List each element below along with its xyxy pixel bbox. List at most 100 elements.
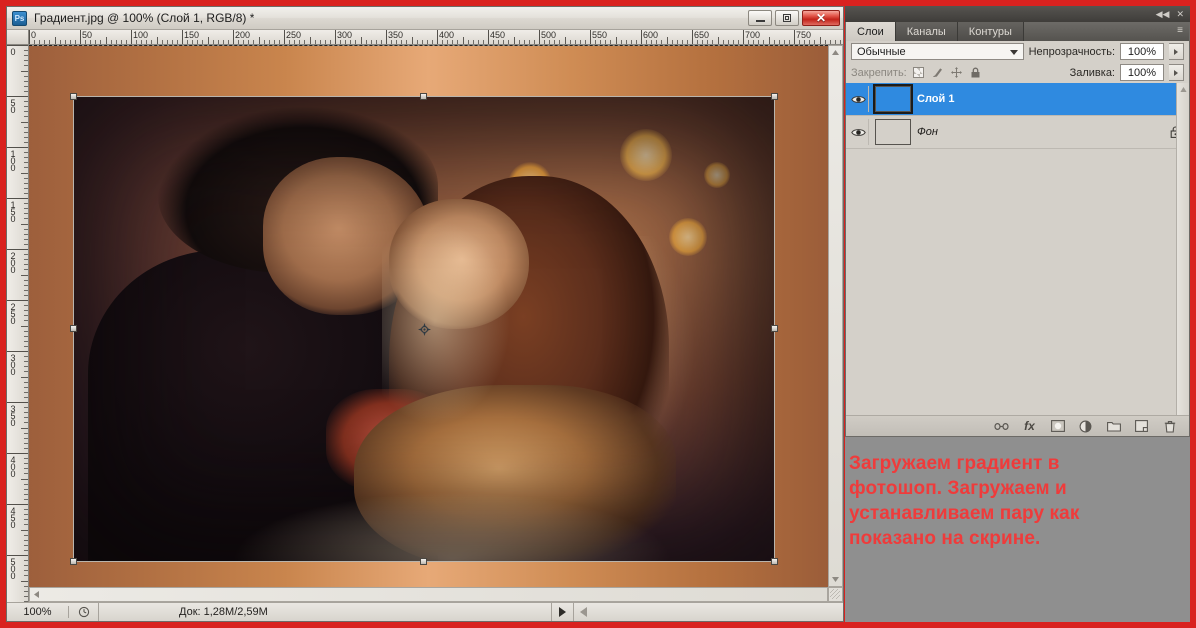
- ruler-tick: [24, 279, 28, 281]
- lock-position-icon[interactable]: [950, 66, 964, 80]
- layer-thumbnail-1[interactable]: [873, 84, 913, 114]
- ruler-tick: [24, 600, 28, 602]
- transform-handle-bottom-right[interactable]: [771, 558, 778, 565]
- ruler-tick: [289, 40, 291, 44]
- transform-handle-top-right[interactable]: [771, 93, 778, 100]
- zoom-level[interactable]: 100%: [7, 606, 69, 618]
- transform-selection[interactable]: [70, 93, 778, 565]
- ruler-tick: [21, 376, 28, 378]
- transform-handle-bottom-left[interactable]: [70, 558, 77, 565]
- ruler-tick: [493, 40, 495, 44]
- scroll-up-arrow-icon[interactable]: [829, 46, 842, 59]
- adjustment-layer-icon[interactable]: [1078, 419, 1093, 434]
- ruler-tick: [7, 249, 28, 250]
- canvas-area[interactable]: [29, 45, 828, 587]
- scroll-down-arrow-icon[interactable]: [829, 573, 842, 586]
- link-layers-icon[interactable]: [994, 419, 1009, 434]
- left-arrow-icon[interactable]: [579, 607, 588, 617]
- resize-grip[interactable]: [828, 587, 843, 602]
- ruler-tick: [533, 40, 535, 44]
- ruler-tick: [457, 40, 459, 44]
- vertical-ruler[interactable]: 0 50 100 150 200 250 300 350 400 450 500: [7, 45, 29, 602]
- status-menu-button[interactable]: [551, 603, 573, 621]
- document-size-info: Док: 1,28M/2,59M: [179, 606, 268, 618]
- ruler-tick: [110, 40, 112, 44]
- new-layer-icon[interactable]: [1134, 419, 1149, 434]
- layer-list-scrollbar[interactable]: [1176, 83, 1189, 415]
- ruler-tick: [24, 218, 28, 220]
- tab-layers[interactable]: Слои: [846, 22, 896, 41]
- ruler-tick: [24, 208, 28, 210]
- tab-channels[interactable]: Каналы: [895, 22, 958, 41]
- scroll-up-arrow-icon[interactable]: [1178, 84, 1189, 95]
- ruler-tick: [141, 40, 143, 44]
- ruler-tick: [197, 40, 199, 44]
- layer-visibility-toggle-2[interactable]: [849, 119, 869, 145]
- lock-all-icon[interactable]: [969, 66, 983, 80]
- layer-row-layer-1[interactable]: Слой 1: [846, 83, 1189, 116]
- ruler-tick: [24, 162, 28, 164]
- ruler-label: 350: [8, 404, 18, 425]
- transform-reference-point-icon[interactable]: [418, 323, 431, 336]
- eye-icon: [851, 95, 866, 103]
- transform-handle-middle-left[interactable]: [70, 325, 77, 332]
- delete-layer-icon[interactable]: [1162, 419, 1177, 434]
- close-button[interactable]: ✕: [802, 10, 840, 26]
- ruler-tick: [834, 40, 836, 44]
- ruler-tick: [737, 40, 739, 44]
- ruler-tick: [24, 381, 28, 383]
- fill-stepper[interactable]: [1169, 64, 1184, 81]
- lock-image-icon[interactable]: [931, 66, 945, 80]
- ruler-tick: [839, 40, 841, 44]
- play-triangle-icon: [559, 607, 566, 617]
- ruler-tick: [34, 40, 36, 44]
- photoshop-logo-icon: Ps: [12, 10, 27, 26]
- scroll-left-arrow-icon[interactable]: [30, 588, 43, 601]
- transform-handle-middle-right[interactable]: [771, 325, 778, 332]
- title-bar[interactable]: Ps Градиент.jpg @ 100% (Слой 1, RGB/8) *…: [7, 7, 843, 30]
- ruler-tick: [396, 40, 398, 44]
- opacity-stepper[interactable]: [1169, 43, 1184, 60]
- minimize-button[interactable]: [748, 10, 772, 26]
- ruler-tick: [24, 254, 28, 256]
- ruler-tick: [136, 40, 138, 44]
- layer-thumbnail-2[interactable]: [875, 119, 911, 145]
- opacity-input[interactable]: 100%: [1120, 43, 1164, 60]
- lock-transparency-icon[interactable]: [912, 66, 926, 80]
- vertical-scrollbar[interactable]: [828, 45, 843, 587]
- ruler-tick: [431, 40, 433, 44]
- ruler-tick: [24, 458, 28, 460]
- fill-input[interactable]: 100%: [1120, 64, 1164, 81]
- ruler-tick: [24, 447, 28, 449]
- restore-button[interactable]: [775, 10, 799, 26]
- tab-paths[interactable]: Контуры: [957, 22, 1024, 41]
- layer-mask-icon[interactable]: [1050, 419, 1065, 434]
- ruler-tick: [676, 40, 678, 44]
- ruler-tick: [574, 40, 576, 44]
- ruler-tick: [778, 40, 780, 44]
- transform-handle-bottom-center[interactable]: [420, 558, 427, 565]
- ruler-tick: [564, 37, 566, 44]
- ruler-tick: [125, 40, 127, 44]
- ruler-tick: [763, 40, 765, 44]
- ruler-tick: [24, 233, 28, 235]
- layer-visibility-toggle-1[interactable]: [849, 86, 869, 112]
- layer-style-fx-icon[interactable]: fx: [1022, 419, 1037, 434]
- horizontal-ruler[interactable]: 0 50 100 150 200 250 300 350 400 450 500 550 600 650 7…: [29, 30, 843, 45]
- ruler-tick: [24, 417, 28, 419]
- close-panel-icon[interactable]: ✕: [1176, 9, 1184, 19]
- ruler-tick: [651, 40, 653, 44]
- blend-mode-select[interactable]: Обычные: [851, 43, 1024, 60]
- panel-menu-icon[interactable]: ≡: [1177, 26, 1183, 36]
- ruler-tick: [21, 478, 28, 480]
- layer-row-background[interactable]: Фон: [846, 116, 1189, 149]
- new-group-icon[interactable]: [1106, 419, 1121, 434]
- ruler-tick: [518, 40, 520, 44]
- ruler-tick: [59, 40, 61, 44]
- ruler-tick: [24, 289, 28, 291]
- ruler-tick: [278, 40, 280, 44]
- horizontal-scrollbar[interactable]: [29, 587, 828, 602]
- collapse-panel-icon[interactable]: ◀◀: [1156, 9, 1170, 19]
- transform-handle-top-center[interactable]: [420, 93, 427, 100]
- transform-handle-top-left[interactable]: [70, 93, 77, 100]
